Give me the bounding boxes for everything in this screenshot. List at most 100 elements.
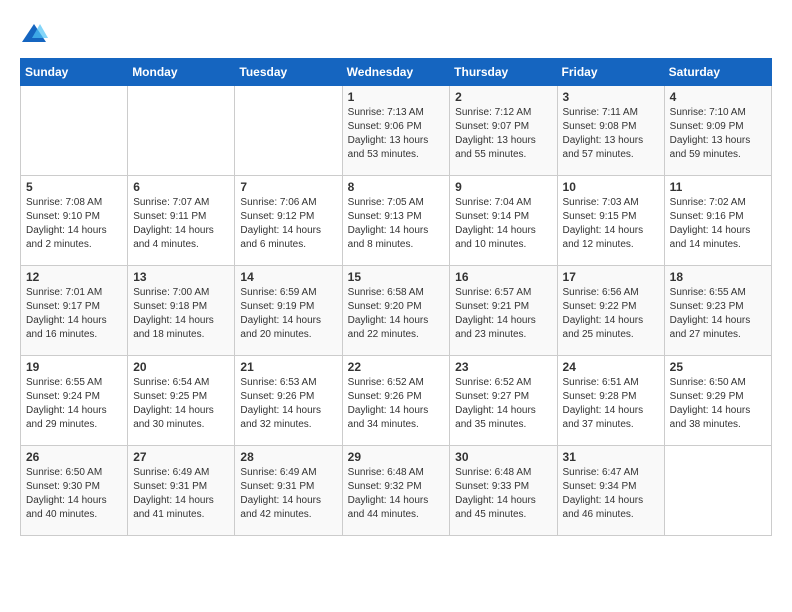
day-number: 9 (455, 180, 551, 194)
day-number: 10 (563, 180, 659, 194)
day-info: Sunrise: 6:52 AM Sunset: 9:27 PM Dayligh… (455, 376, 551, 432)
calendar-cell: 25 Sunrise: 6:50 AM Sunset: 9:29 PM Dayli… (664, 356, 771, 446)
day-number: 2 (455, 90, 551, 104)
day-number: 7 (240, 180, 336, 194)
calendar-week-row: 12 Sunrise: 7:01 AM Sunset: 9:17 PM Dayli… (21, 266, 772, 356)
calendar-cell: 30 Sunrise: 6:48 AM Sunset: 9:33 PM Dayli… (450, 446, 557, 536)
calendar-cell: 5 Sunrise: 7:08 AM Sunset: 9:10 PM Daylig… (21, 176, 128, 266)
day-info: Sunrise: 6:47 AM Sunset: 9:34 PM Dayligh… (563, 466, 659, 522)
calendar-cell: 15Sunrise: 6:58 AM Sunset: 9:20 PM Dayli… (342, 266, 450, 356)
day-number: 25 (670, 360, 766, 374)
day-number: 26 (26, 450, 122, 464)
day-number: 3 (563, 90, 659, 104)
day-info: Sunrise: 6:52 AM Sunset: 9:26 PM Dayligh… (348, 376, 445, 432)
day-info: Sunrise: 6:59 AM Sunset: 9:19 PM Dayligh… (240, 286, 336, 342)
day-number: 14 (240, 270, 336, 284)
calendar-cell: 3 Sunrise: 7:11 AM Sunset: 9:08 PM Daylig… (557, 86, 664, 176)
day-info: Sunrise: 7:06 AM Sunset: 9:12 PM Dayligh… (240, 196, 336, 252)
day-number: 21 (240, 360, 336, 374)
day-info: Sunrise: 6:48 AM Sunset: 9:32 PM Dayligh… (348, 466, 445, 522)
day-info: Sunrise: 6:48 AM Sunset: 9:33 PM Dayligh… (455, 466, 551, 522)
day-info: Sunrise: 6:49 AM Sunset: 9:31 PM Dayligh… (133, 466, 229, 522)
day-number: 11 (670, 180, 766, 194)
day-of-week-header: Tuesday (235, 59, 342, 86)
day-info: Sunrise: 7:01 AM Sunset: 9:17 PM Dayligh… (26, 286, 122, 342)
day-number: 23 (455, 360, 551, 374)
calendar-cell: 17 Sunrise: 6:56 AM Sunset: 9:22 PM Dayli… (557, 266, 664, 356)
logo (20, 20, 52, 48)
day-info: Sunrise: 7:13 AM Sunset: 9:06 PM Dayligh… (348, 106, 445, 162)
calendar-cell: 13 Sunrise: 7:00 AM Sunset: 9:18 PM Dayli… (128, 266, 235, 356)
day-number: 5 (26, 180, 122, 194)
day-number: 1 (348, 90, 445, 104)
calendar-cell: 1 Sunrise: 7:13 AM Sunset: 9:06 PM Daylig… (342, 86, 450, 176)
day-info: Sunrise: 6:55 AM Sunset: 9:23 PM Dayligh… (670, 286, 766, 342)
day-number: 8 (348, 180, 445, 194)
day-info: Sunrise: 6:50 AM Sunset: 9:30 PM Dayligh… (26, 466, 122, 522)
day-of-week-header: Thursday (450, 59, 557, 86)
calendar-week-row: 19Sunrise: 6:55 AM Sunset: 9:24 PM Dayli… (21, 356, 772, 446)
calendar-cell: 22 Sunrise: 6:52 AM Sunset: 9:26 PM Dayli… (342, 356, 450, 446)
day-number: 29 (348, 450, 445, 464)
calendar-cell: 10 Sunrise: 7:03 AM Sunset: 9:15 PM Dayli… (557, 176, 664, 266)
day-info: Sunrise: 6:57 AM Sunset: 9:21 PM Dayligh… (455, 286, 551, 342)
calendar-cell: 11 Sunrise: 7:02 AM Sunset: 9:16 PM Dayli… (664, 176, 771, 266)
calendar-cell: 19Sunrise: 6:55 AM Sunset: 9:24 PM Dayli… (21, 356, 128, 446)
day-number: 22 (348, 360, 445, 374)
day-of-week-header: Monday (128, 59, 235, 86)
calendar-week-row: 26 Sunrise: 6:50 AM Sunset: 9:30 PM Dayli… (21, 446, 772, 536)
day-info: Sunrise: 6:50 AM Sunset: 9:29 PM Dayligh… (670, 376, 766, 432)
day-of-week-header: Friday (557, 59, 664, 86)
calendar-cell (21, 86, 128, 176)
day-number: 13 (133, 270, 229, 284)
day-info: Sunrise: 7:12 AM Sunset: 9:07 PM Dayligh… (455, 106, 551, 162)
calendar-header-row: SundayMondayTuesdayWednesdayThursdayFrid… (21, 59, 772, 86)
day-number: 18 (670, 270, 766, 284)
day-info: Sunrise: 6:51 AM Sunset: 9:28 PM Dayligh… (563, 376, 659, 432)
day-number: 31 (563, 450, 659, 464)
day-info: Sunrise: 7:02 AM Sunset: 9:16 PM Dayligh… (670, 196, 766, 252)
calendar-week-row: 5 Sunrise: 7:08 AM Sunset: 9:10 PM Daylig… (21, 176, 772, 266)
calendar-cell (235, 86, 342, 176)
calendar-cell: 28Sunrise: 6:49 AM Sunset: 9:31 PM Dayli… (235, 446, 342, 536)
day-info: Sunrise: 7:05 AM Sunset: 9:13 PM Dayligh… (348, 196, 445, 252)
calendar-cell: 7 Sunrise: 7:06 AM Sunset: 9:12 PM Daylig… (235, 176, 342, 266)
day-info: Sunrise: 6:56 AM Sunset: 9:22 PM Dayligh… (563, 286, 659, 342)
day-info: Sunrise: 6:49 AM Sunset: 9:31 PM Dayligh… (240, 466, 336, 522)
day-info: Sunrise: 7:08 AM Sunset: 9:10 PM Dayligh… (26, 196, 122, 252)
page-header (20, 20, 772, 48)
calendar-body: 1 Sunrise: 7:13 AM Sunset: 9:06 PM Daylig… (21, 86, 772, 536)
day-info: Sunrise: 6:54 AM Sunset: 9:25 PM Dayligh… (133, 376, 229, 432)
calendar-cell: 29 Sunrise: 6:48 AM Sunset: 9:32 PM Dayli… (342, 446, 450, 536)
calendar-cell: 24Sunrise: 6:51 AM Sunset: 9:28 PM Dayli… (557, 356, 664, 446)
calendar-table: SundayMondayTuesdayWednesdayThursdayFrid… (20, 58, 772, 536)
calendar-cell: 26 Sunrise: 6:50 AM Sunset: 9:30 PM Dayli… (21, 446, 128, 536)
day-number: 6 (133, 180, 229, 194)
calendar-week-row: 1 Sunrise: 7:13 AM Sunset: 9:06 PM Daylig… (21, 86, 772, 176)
calendar-cell (128, 86, 235, 176)
day-number: 4 (670, 90, 766, 104)
day-info: Sunrise: 7:00 AM Sunset: 9:18 PM Dayligh… (133, 286, 229, 342)
calendar-cell: 6Sunrise: 7:07 AM Sunset: 9:11 PM Daylig… (128, 176, 235, 266)
day-number: 30 (455, 450, 551, 464)
day-info: Sunrise: 7:03 AM Sunset: 9:15 PM Dayligh… (563, 196, 659, 252)
day-number: 12 (26, 270, 122, 284)
calendar-cell: 20 Sunrise: 6:54 AM Sunset: 9:25 PM Dayli… (128, 356, 235, 446)
day-of-week-header: Wednesday (342, 59, 450, 86)
day-of-week-header: Saturday (664, 59, 771, 86)
logo-icon (20, 20, 48, 48)
calendar-cell: 14 Sunrise: 6:59 AM Sunset: 9:19 PM Dayli… (235, 266, 342, 356)
day-number: 17 (563, 270, 659, 284)
day-number: 16 (455, 270, 551, 284)
day-info: Sunrise: 7:11 AM Sunset: 9:08 PM Dayligh… (563, 106, 659, 162)
calendar-cell: 27 Sunrise: 6:49 AM Sunset: 9:31 PM Dayli… (128, 446, 235, 536)
day-info: Sunrise: 6:53 AM Sunset: 9:26 PM Dayligh… (240, 376, 336, 432)
calendar-cell: 9Sunrise: 7:04 AM Sunset: 9:14 PM Daylig… (450, 176, 557, 266)
calendar-cell: 18 Sunrise: 6:55 AM Sunset: 9:23 PM Dayli… (664, 266, 771, 356)
calendar-cell: 12 Sunrise: 7:01 AM Sunset: 9:17 PM Dayli… (21, 266, 128, 356)
calendar-cell: 31 Sunrise: 6:47 AM Sunset: 9:34 PM Dayli… (557, 446, 664, 536)
day-number: 27 (133, 450, 229, 464)
day-of-week-header: Sunday (21, 59, 128, 86)
day-number: 20 (133, 360, 229, 374)
day-info: Sunrise: 6:55 AM Sunset: 9:24 PM Dayligh… (26, 376, 122, 432)
